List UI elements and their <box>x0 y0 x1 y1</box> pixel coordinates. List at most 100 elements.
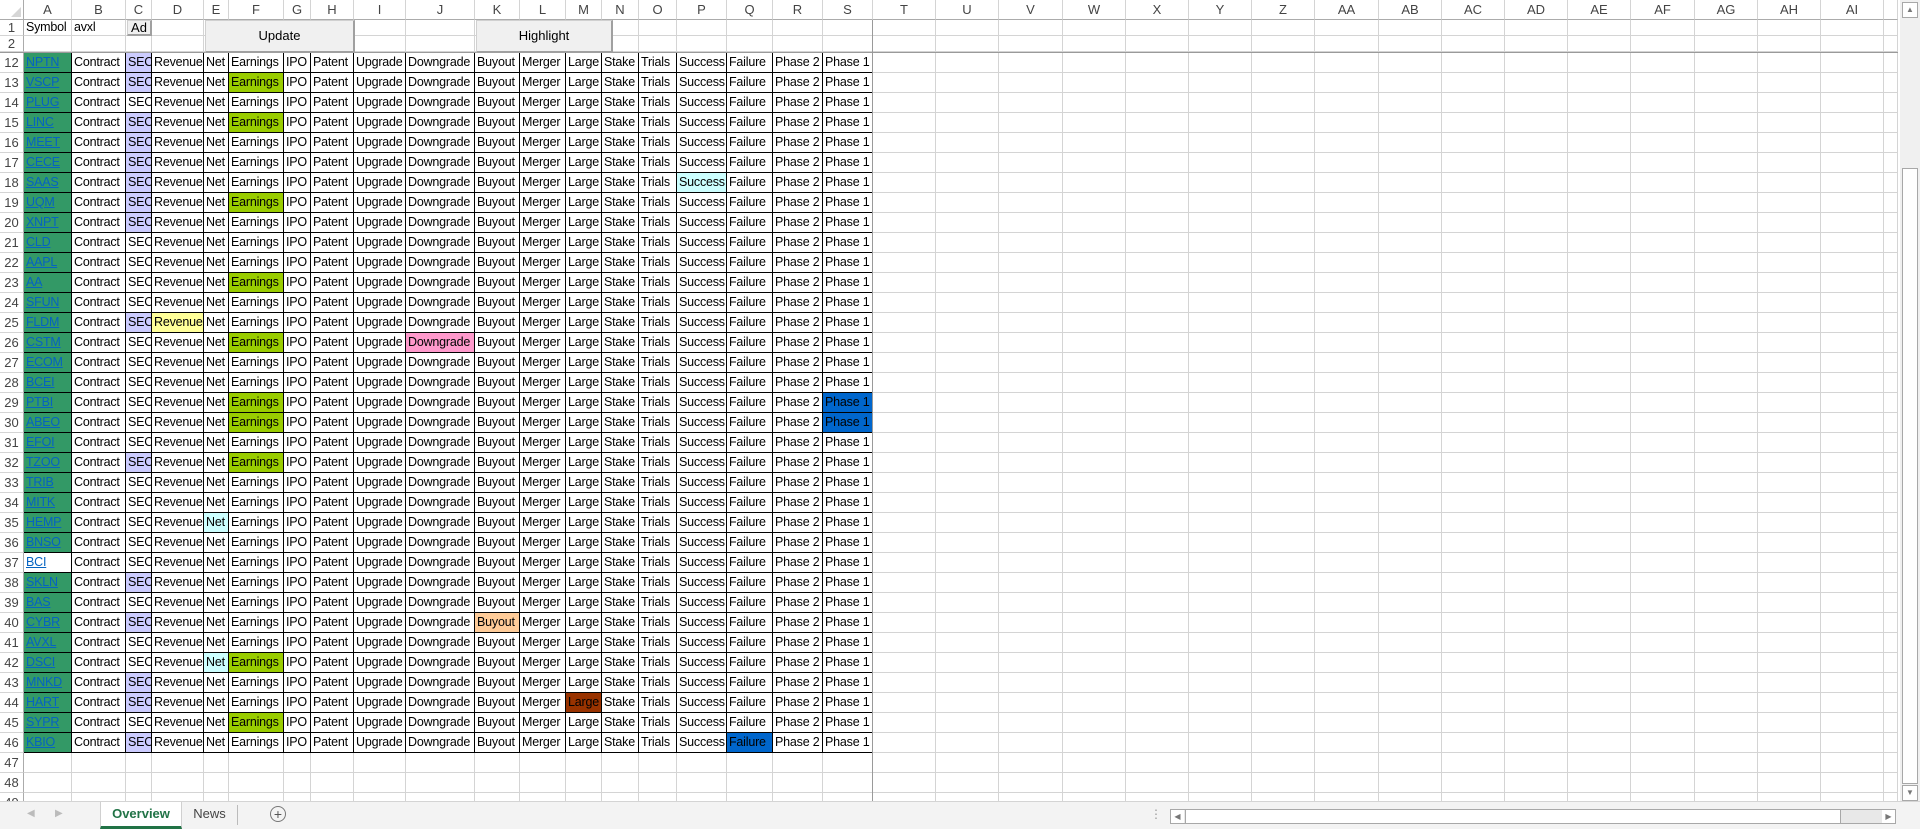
keyword-cell-upgrade[interactable]: Upgrade <box>354 193 406 213</box>
keyword-cell-trials[interactable]: Trials <box>639 153 677 173</box>
cell[interactable] <box>1884 613 1898 633</box>
keyword-cell-patent[interactable]: Patent <box>311 493 354 513</box>
cell[interactable] <box>1189 573 1252 593</box>
keyword-cell-upgrade[interactable]: Upgrade <box>354 473 406 493</box>
keyword-cell-trials[interactable]: Trials <box>639 373 677 393</box>
keyword-cell-net[interactable]: Net <box>204 193 229 213</box>
keyword-cell-patent[interactable]: Patent <box>311 533 354 553</box>
cell[interactable] <box>1126 293 1189 313</box>
keyword-cell-patent[interactable]: Patent <box>311 653 354 673</box>
keyword-cell-trials[interactable]: Trials <box>639 693 677 713</box>
cell[interactable] <box>1568 53 1631 73</box>
keyword-cell-downgrade[interactable]: Downgrade <box>406 53 475 73</box>
keyword-cell-revenue[interactable]: Revenue <box>152 193 204 213</box>
keyword-cell-phase-2[interactable]: Phase 2 <box>773 693 823 713</box>
cell[interactable] <box>1126 433 1189 453</box>
keyword-cell-trials[interactable]: Trials <box>639 193 677 213</box>
keyword-cell-success[interactable]: Success <box>677 193 727 213</box>
keyword-cell-phase-2[interactable]: Phase 2 <box>773 373 823 393</box>
cell[interactable] <box>1252 713 1315 733</box>
cell[interactable] <box>1821 573 1884 593</box>
keyword-cell-phase-1[interactable]: Phase 1 <box>823 553 873 573</box>
cell[interactable] <box>1631 73 1695 93</box>
cell[interactable] <box>1063 513 1126 533</box>
keyword-cell-upgrade[interactable]: Upgrade <box>354 393 406 413</box>
cell[interactable] <box>475 793 520 801</box>
cell[interactable] <box>1568 453 1631 473</box>
keyword-cell-upgrade[interactable]: Upgrade <box>354 553 406 573</box>
keyword-cell-large[interactable]: Large <box>566 53 602 73</box>
cell[interactable] <box>1821 113 1884 133</box>
keyword-cell-buyout[interactable]: Buyout <box>475 573 520 593</box>
cell[interactable] <box>1315 673 1379 693</box>
cell[interactable] <box>1126 413 1189 433</box>
cell[interactable] <box>1315 413 1379 433</box>
cell[interactable] <box>1189 333 1252 353</box>
keyword-cell-contract[interactable]: Contract <box>72 533 126 553</box>
cell[interactable] <box>936 653 999 673</box>
cell[interactable] <box>406 793 475 801</box>
cell[interactable] <box>1315 753 1379 773</box>
cell[interactable] <box>1568 733 1631 753</box>
keyword-cell-merger[interactable]: Merger <box>520 373 566 393</box>
cell[interactable] <box>873 613 936 633</box>
keyword-cell-success[interactable]: Success <box>677 73 727 93</box>
cell[interactable] <box>204 793 229 801</box>
cell[interactable] <box>1252 133 1315 153</box>
keyword-cell-stake[interactable]: Stake <box>602 693 639 713</box>
cell[interactable] <box>1315 353 1379 373</box>
cell[interactable] <box>1505 433 1568 453</box>
keyword-cell-phase-2[interactable]: Phase 2 <box>773 133 823 153</box>
cell[interactable] <box>1442 473 1505 493</box>
keyword-cell-downgrade[interactable]: Downgrade <box>406 633 475 653</box>
cell[interactable] <box>1758 273 1821 293</box>
keyword-cell-net[interactable]: Net <box>204 433 229 453</box>
cell[interactable] <box>999 473 1063 493</box>
keyword-cell-success[interactable]: Success <box>677 573 727 593</box>
cell[interactable] <box>1631 20 1695 36</box>
keyword-cell-ipo[interactable]: IPO <box>284 633 311 653</box>
cell[interactable] <box>1379 633 1442 653</box>
cell[interactable] <box>1442 413 1505 433</box>
keyword-cell-stake[interactable]: Stake <box>602 93 639 113</box>
keyword-cell-net[interactable]: Net <box>204 593 229 613</box>
cell[interactable] <box>1695 333 1758 353</box>
keyword-cell-patent[interactable]: Patent <box>311 173 354 193</box>
row-header[interactable]: 40 <box>0 613 24 633</box>
cell[interactable] <box>936 153 999 173</box>
cell[interactable] <box>1884 293 1898 313</box>
keyword-cell-downgrade[interactable]: Downgrade <box>406 93 475 113</box>
keyword-cell-downgrade[interactable]: Downgrade <box>406 153 475 173</box>
cell[interactable] <box>1442 213 1505 233</box>
keyword-cell-sec[interactable]: SEC <box>126 193 152 213</box>
update-button[interactable]: Update <box>205 20 355 53</box>
cell[interactable] <box>1505 333 1568 353</box>
cell[interactable] <box>1379 173 1442 193</box>
keyword-cell-buyout[interactable]: Buyout <box>475 413 520 433</box>
cell[interactable] <box>1568 353 1631 373</box>
column-header-ad[interactable]: AD <box>1505 0 1568 20</box>
keyword-cell-contract[interactable]: Contract <box>72 413 126 433</box>
cell[interactable] <box>1568 693 1631 713</box>
keyword-cell-phase-2[interactable]: Phase 2 <box>773 433 823 453</box>
keyword-cell-patent[interactable]: Patent <box>311 253 354 273</box>
keyword-cell-patent[interactable]: Patent <box>311 713 354 733</box>
cell[interactable] <box>823 753 873 773</box>
cell[interactable] <box>1379 93 1442 113</box>
keyword-cell-upgrade[interactable]: Upgrade <box>354 353 406 373</box>
cell[interactable] <box>999 173 1063 193</box>
keyword-cell-large[interactable]: Large <box>566 573 602 593</box>
cell[interactable] <box>1568 613 1631 633</box>
cell[interactable] <box>1758 333 1821 353</box>
cell[interactable] <box>1821 773 1884 793</box>
cell[interactable] <box>999 633 1063 653</box>
column-header-n[interactable]: N <box>602 0 639 20</box>
keyword-cell-phase-1[interactable]: Phase 1 <box>823 393 873 413</box>
cell[interactable] <box>1442 373 1505 393</box>
cell[interactable] <box>229 793 284 801</box>
keyword-cell-net[interactable]: Net <box>204 453 229 473</box>
keyword-cell-phase-2[interactable]: Phase 2 <box>773 733 823 753</box>
cell[interactable] <box>1189 493 1252 513</box>
cell[interactable] <box>936 93 999 113</box>
keyword-cell-patent[interactable]: Patent <box>311 393 354 413</box>
